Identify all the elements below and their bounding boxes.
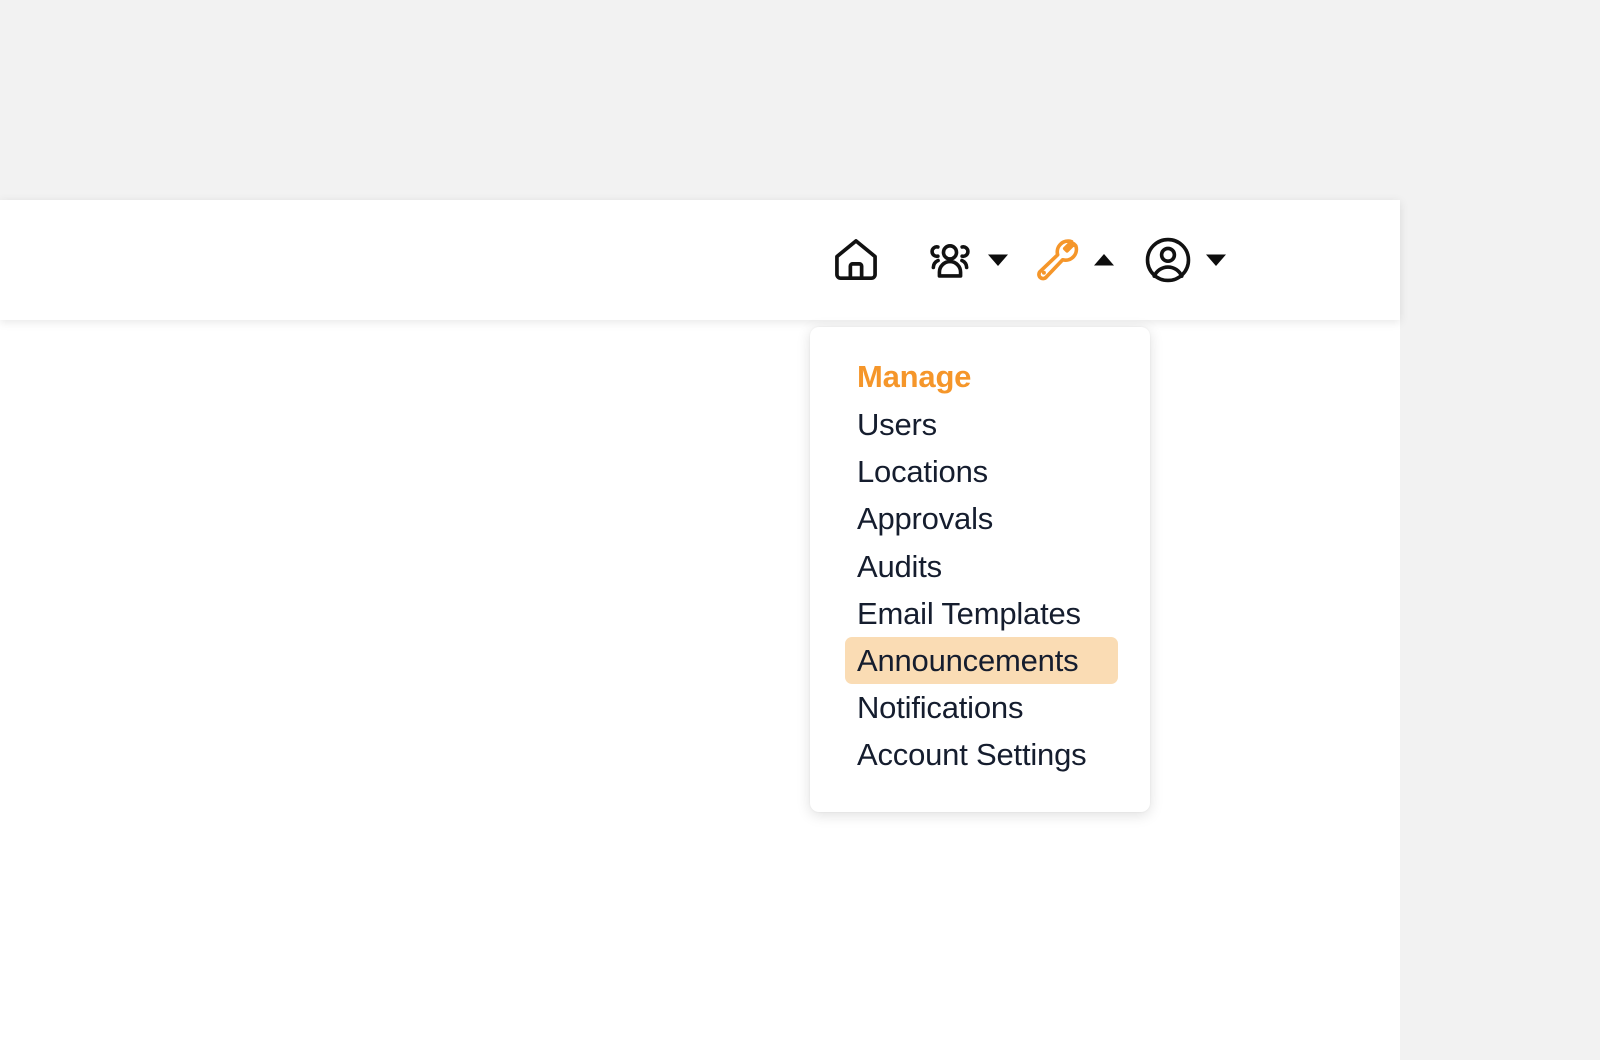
people-group-icon[interactable]: [921, 231, 979, 289]
menu-item-users[interactable]: Users: [810, 401, 1150, 448]
manage-dropdown-menu: Manage Users Locations Approvals Audits …: [810, 327, 1150, 813]
user-circle-icon[interactable]: [1139, 231, 1197, 289]
menu-item-audits[interactable]: Audits: [810, 543, 1150, 590]
menu-item-announcements[interactable]: Announcements: [845, 636, 1118, 685]
menu-item-notifications[interactable]: Notifications: [810, 684, 1150, 731]
main-content-panel: [0, 320, 1400, 1060]
menu-item-email-templates[interactable]: Email Templates: [810, 590, 1150, 637]
app-window: Manage Users Locations Approvals Audits …: [0, 0, 1600, 1060]
navbar-actions: [827, 231, 1245, 289]
chevron-down-icon-people[interactable]: [985, 231, 1011, 289]
nav-item-account[interactable]: [1139, 231, 1245, 289]
menu-item-locations[interactable]: Locations: [810, 448, 1150, 495]
menu-item-approvals[interactable]: Approvals: [810, 495, 1150, 542]
home-icon[interactable]: [827, 231, 885, 289]
nav-item-manage[interactable]: [1027, 231, 1133, 289]
menu-item-account-settings[interactable]: Account Settings: [810, 731, 1150, 778]
chevron-down-icon-account[interactable]: [1203, 231, 1229, 289]
nav-item-people[interactable]: [921, 231, 1027, 289]
dropdown-heading: Manage: [857, 359, 972, 394]
top-navigation-bar: [0, 200, 1400, 320]
wrench-icon[interactable]: [1027, 231, 1085, 289]
page-backdrop: [0, 0, 1600, 200]
nav-item-home[interactable]: [827, 231, 885, 289]
chevron-up-icon-manage[interactable]: [1091, 231, 1117, 289]
